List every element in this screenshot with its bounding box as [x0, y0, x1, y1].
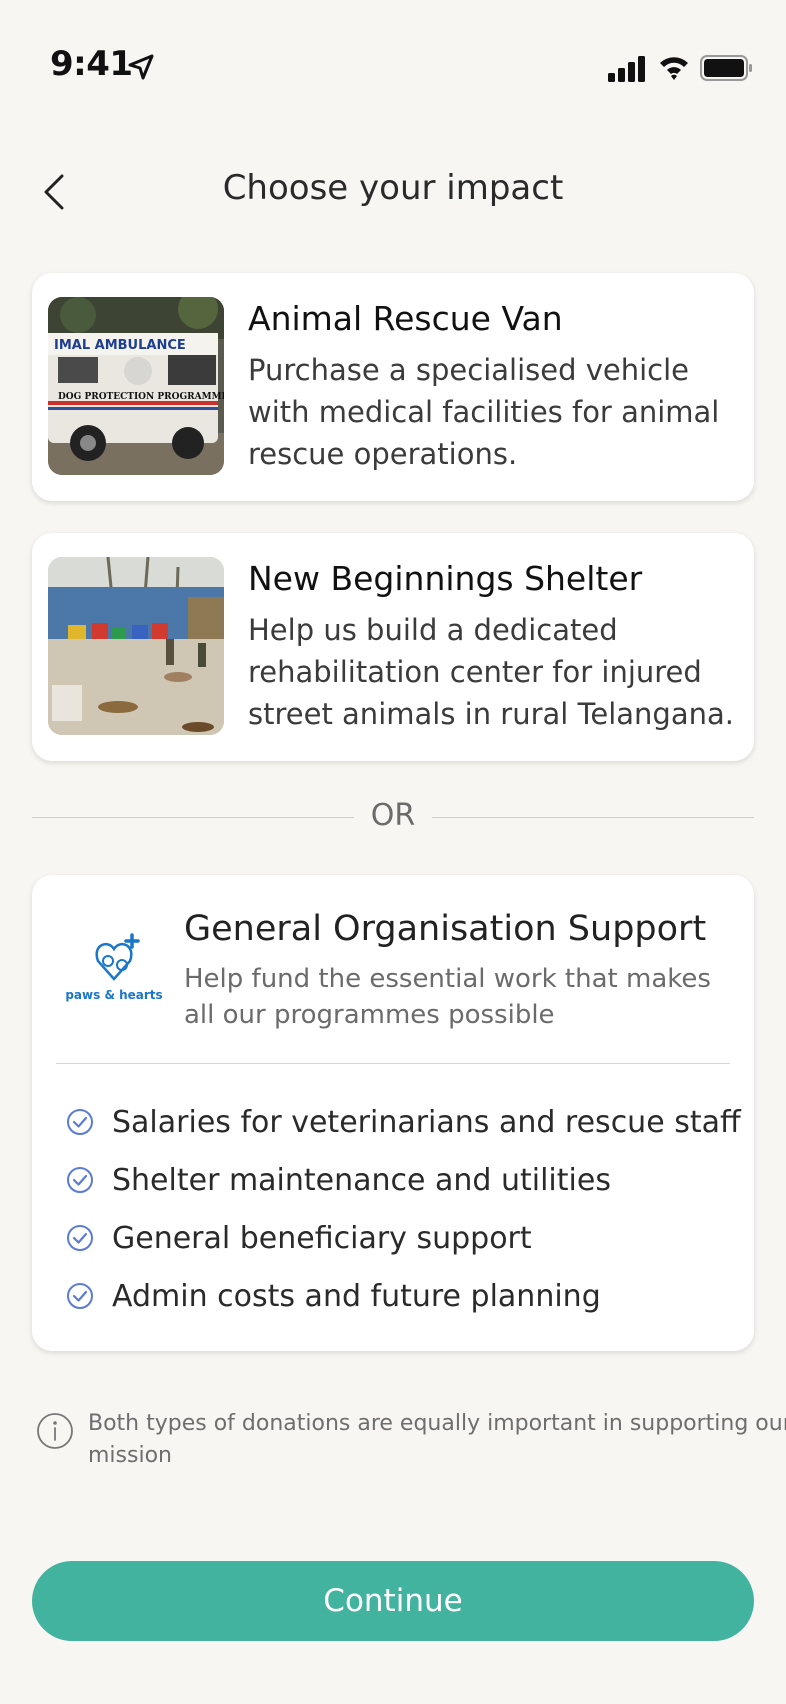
info-icon — [37, 1413, 73, 1449]
battery-icon — [700, 55, 752, 81]
benefit-label: Admin costs and future planning — [112, 1278, 601, 1314]
benefit-item: General beneficiary support — [66, 1209, 741, 1267]
van-text-side: DOG PROTECTION PROGRAMME — [58, 392, 224, 402]
rescue-van-image: IMAL AMBULANCE DOG PROTECTION PROGRAMME — [48, 297, 224, 475]
logo-text: paws & hearts — [65, 988, 162, 1002]
benefit-label: General beneficiary support — [112, 1220, 532, 1256]
benefit-label: Salaries for veterinarians and rescue st… — [112, 1104, 741, 1140]
signal-icon — [608, 56, 645, 82]
benefit-label: Shelter maintenance and utilities — [112, 1162, 611, 1198]
project-title: Animal Rescue Van — [248, 299, 563, 338]
van-text-top: IMAL AMBULANCE — [54, 338, 186, 353]
continue-button[interactable]: Continue — [32, 1561, 754, 1641]
status-bar: 9:41 — [0, 0, 786, 140]
benefit-list: Salaries for veterinarians and rescue st… — [66, 1093, 741, 1325]
page-title: Choose your impact — [222, 168, 564, 208]
project-title: New Beginnings Shelter — [248, 559, 643, 598]
benefit-item: Shelter maintenance and utilities — [66, 1151, 741, 1209]
or-label: OR — [370, 798, 416, 833]
support-title: General Organisation Support — [184, 909, 707, 949]
support-divider — [56, 1063, 730, 1064]
general-support-card[interactable]: paws & hearts General Organisation Suppo… — [32, 875, 754, 1351]
or-divider: OR — [32, 798, 754, 838]
paws-and-hearts-logo: paws & hearts — [65, 933, 163, 1002]
info-text: Both types of donations are equally impo… — [88, 1411, 786, 1468]
wifi-icon — [660, 57, 688, 80]
project-description: Purchase a specialised vehicle with medi… — [248, 353, 720, 471]
location-arrow-icon — [128, 54, 154, 80]
support-description: Help fund the essential work that makes … — [184, 964, 711, 1030]
project-description: Help us build a dedicated rehabilitation… — [248, 613, 734, 731]
project-card-rescue-van[interactable]: IMAL AMBULANCE DOG PROTECTION PROGRAMME … — [32, 273, 754, 501]
benefit-item: Admin costs and future planning — [66, 1267, 741, 1325]
status-time: 9:41 — [50, 44, 133, 84]
project-card-shelter[interactable]: New Beginnings Shelter Help us build a d… — [32, 533, 754, 761]
divider-line — [432, 817, 754, 818]
shelter-image — [48, 557, 224, 735]
check-circle-icon — [67, 1109, 93, 1135]
benefit-item: Salaries for veterinarians and rescue st… — [66, 1093, 741, 1151]
check-circle-icon — [67, 1225, 93, 1251]
check-circle-icon — [67, 1283, 93, 1309]
check-circle-icon — [67, 1167, 93, 1193]
